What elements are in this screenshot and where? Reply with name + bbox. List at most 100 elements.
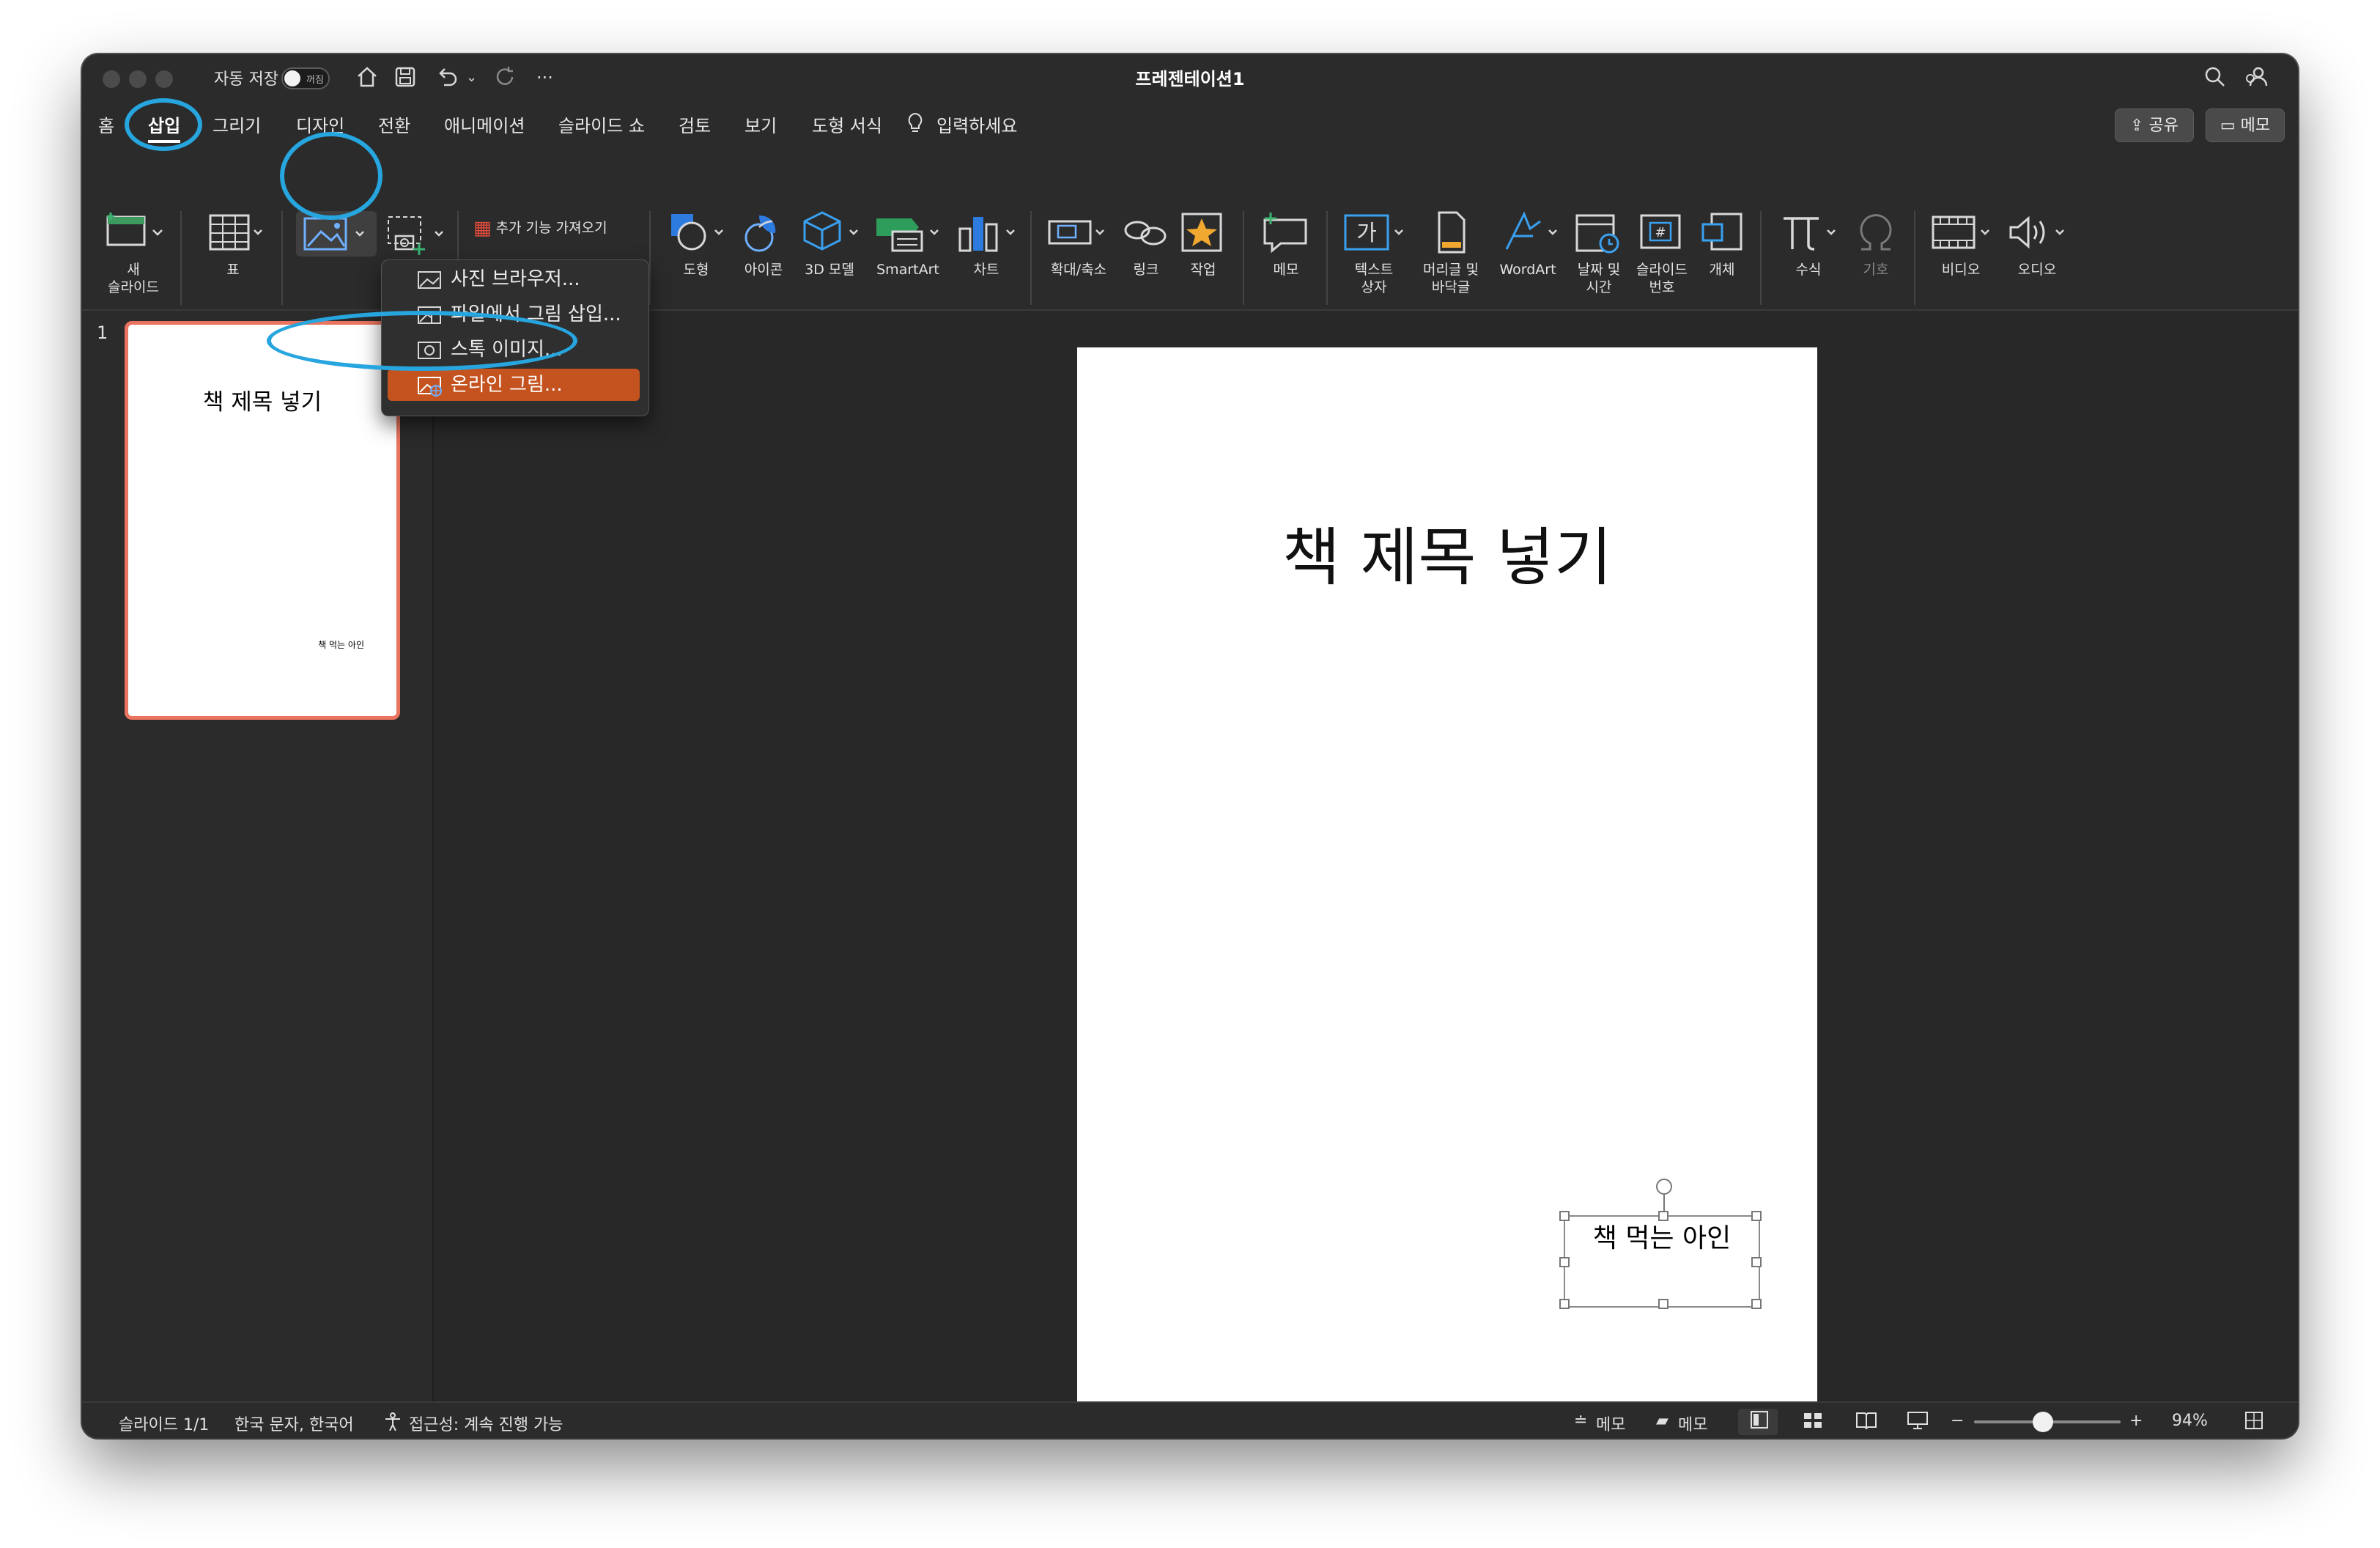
table-button[interactable]: 표 <box>196 208 270 279</box>
subtitle-text[interactable]: 책 먹는 아인 <box>1565 1217 1759 1255</box>
subtitle-textbox[interactable]: 책 먹는 아인 <box>1559 1179 1762 1309</box>
resize-handle-nw[interactable] <box>1559 1211 1570 1221</box>
3d-models-label: 3D 모델 <box>805 262 854 278</box>
tab-animations[interactable]: 애니메이션 <box>444 111 525 137</box>
slide-number-button[interactable]: # 슬라이드 번호 <box>1631 208 1693 296</box>
menu-item-label: 온라인 그림... <box>451 374 563 396</box>
icons-label: 아이콘 <box>744 262 783 278</box>
slide-title[interactable]: 책 제목 넣기 <box>1077 506 1817 597</box>
smartart-label: SmartArt <box>876 262 939 278</box>
date-time-label: 날짜 및 시간 <box>1577 262 1621 295</box>
get-addins-label: 추가 기능 가져오기 <box>495 220 607 236</box>
comments-status-icon: ▰ <box>1656 1412 1668 1430</box>
slideshow-view-icon[interactable] <box>1907 1409 1929 1435</box>
chart-button[interactable]: 차트 <box>950 208 1023 279</box>
icons-button[interactable]: 아이콘 <box>734 208 793 279</box>
search-icon[interactable] <box>2203 64 2228 96</box>
slide-number-label: 슬라이드 번호 <box>1636 262 1688 295</box>
annotation-circle-pictures-button <box>280 132 382 220</box>
tab-shape-format[interactable]: 도형 서식 <box>812 111 882 137</box>
share-button[interactable]: ⇪ 공유 <box>2115 108 2194 142</box>
wordart-label: WordArt <box>1499 262 1556 278</box>
online-picture-icon <box>417 369 443 411</box>
new-slide-label: 새 슬라이드 <box>108 262 159 295</box>
link-button[interactable]: 링크 <box>1117 208 1175 279</box>
resize-handle-e[interactable] <box>1751 1257 1762 1267</box>
comment-button[interactable]: 메모 <box>1254 208 1318 279</box>
wordart-button[interactable]: WordArt <box>1489 208 1567 279</box>
comments-label: 메모 <box>2240 117 2271 135</box>
zoom-link-label: 확대/축소 <box>1050 262 1107 278</box>
tab-view[interactable]: 보기 <box>744 111 777 137</box>
accessibility-status[interactable]: 접근성: 계속 진행 가능 <box>409 1412 563 1435</box>
resize-handle-s[interactable] <box>1658 1299 1668 1309</box>
language-status[interactable]: 한국 문자, 한국어 <box>234 1412 354 1435</box>
addins-store-icon: ▦ <box>473 217 492 240</box>
textbox-button[interactable]: 가 텍스트 상자 <box>1335 208 1413 296</box>
tab-slideshow[interactable]: 슬라이드 쇼 <box>558 111 645 137</box>
screenshot-button[interactable] <box>382 211 456 257</box>
audio-label: 오디오 <box>2017 262 2057 278</box>
notes-icon: ≐ <box>1574 1412 1588 1430</box>
annotation-circle-online-pictures <box>267 311 577 371</box>
slide-sorter-icon[interactable] <box>1803 1409 1823 1435</box>
symbol-button[interactable]: 기호 <box>1847 208 1905 279</box>
symbol-label: 기호 <box>1863 262 1889 278</box>
slide-thumbnail[interactable]: 책 제목 넣기 책 먹는 아인 <box>125 321 400 720</box>
powerpoint-window: 자동 저장 꺼짐 ⌄ ··· 프레젠테이션1 홈 삽입 그리기 디자인 전환 애… <box>82 54 2298 1438</box>
shapes-button[interactable]: 도형 <box>658 208 734 279</box>
table-label: 표 <box>226 262 240 278</box>
equation-label: 수식 <box>1795 262 1822 278</box>
tab-review[interactable]: 검토 <box>679 111 711 137</box>
get-addins-button[interactable]: ▦ 추가 기능 가져오기 <box>473 217 607 240</box>
tell-me-lightbulb-icon <box>906 111 925 138</box>
title-bar: 자동 저장 꺼짐 ⌄ ··· 프레젠테이션1 <box>82 54 2298 103</box>
normal-view-icon[interactable] <box>1750 1409 1769 1435</box>
shapes-label: 도형 <box>683 262 709 278</box>
resize-handle-se[interactable] <box>1751 1299 1762 1309</box>
chart-label: 차트 <box>973 262 999 278</box>
comments-status-button[interactable]: 메모 <box>1678 1412 1707 1435</box>
zoom-out-icon[interactable]: − <box>1951 1412 1964 1430</box>
menu-item-online-pictures[interactable]: 온라인 그림... <box>388 369 640 401</box>
zoom-slider-knob[interactable] <box>2033 1412 2053 1432</box>
comments-button[interactable]: ▭ 메모 <box>2206 108 2285 142</box>
date-time-button[interactable]: 날짜 및 시간 <box>1568 208 1630 296</box>
smartart-button[interactable]: SmartArt <box>868 208 948 279</box>
tab-transitions[interactable]: 전환 <box>378 111 410 137</box>
resize-handle-sw[interactable] <box>1559 1299 1570 1309</box>
account-icon[interactable] <box>2244 64 2269 96</box>
link-label: 링크 <box>1133 262 1159 278</box>
header-footer-button[interactable]: 머리글 및 바닥글 <box>1414 208 1488 296</box>
video-button[interactable]: 비디오 <box>1923 208 1999 279</box>
action-button[interactable]: 작업 <box>1175 208 1231 279</box>
equation-button[interactable]: 수식 <box>1772 208 1845 279</box>
tell-me-input[interactable]: 입력하세요 <box>936 111 1017 137</box>
slide-thumbnails-pane: 1 책 제목 넣기 책 먹는 아인 <box>82 311 432 1403</box>
notes-button[interactable]: 메모 <box>1596 1412 1625 1435</box>
thumbnail-number: 1 <box>97 322 108 343</box>
slide-count-status: 슬라이드 1/1 <box>119 1416 210 1434</box>
video-label: 비디오 <box>1941 262 1981 278</box>
rotate-handle[interactable] <box>1656 1179 1672 1195</box>
zoom-level[interactable]: 94% <box>2172 1412 2208 1430</box>
resize-handle-w[interactable] <box>1559 1257 1570 1267</box>
menu-item-label: 사진 브라우저... <box>451 268 580 290</box>
reading-view-icon[interactable] <box>1855 1409 1877 1435</box>
menu-item-photo-browser[interactable]: 사진 브라우저... <box>388 263 640 295</box>
audio-button[interactable]: 오디오 <box>2000 208 2074 279</box>
slide-canvas[interactable]: 책 제목 넣기 책 먹는 아인 <box>1077 347 1817 1415</box>
object-button[interactable]: 개체 <box>1693 208 1751 279</box>
zoom-link-button[interactable]: 확대/축소 <box>1042 208 1115 279</box>
tab-home[interactable]: 홈 <box>98 111 114 137</box>
share-icon: ⇪ <box>2130 117 2149 135</box>
tab-draw[interactable]: 그리기 <box>212 111 261 137</box>
new-slide-button[interactable]: 새 슬라이드 <box>97 208 170 296</box>
header-footer-label: 머리글 및 바닥글 <box>1423 262 1479 295</box>
share-label: 공유 <box>2148 117 2178 135</box>
3d-models-button[interactable]: 3D 모델 <box>793 208 866 279</box>
fit-to-window-icon[interactable] <box>2244 1410 2264 1435</box>
resize-handle-ne[interactable] <box>1751 1211 1762 1221</box>
zoom-in-icon[interactable]: + <box>2129 1412 2143 1430</box>
resize-handle-n[interactable] <box>1658 1211 1668 1221</box>
